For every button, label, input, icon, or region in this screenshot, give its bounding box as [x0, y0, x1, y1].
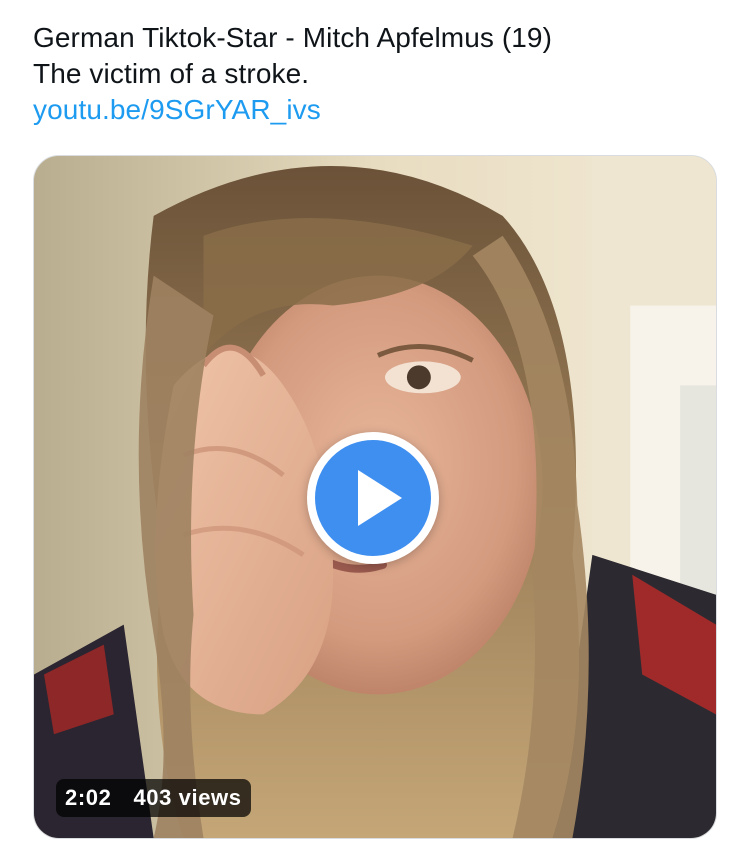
play-button-circle — [315, 440, 431, 556]
play-button[interactable] — [307, 432, 439, 564]
video-link[interactable]: youtu.be/9SGrYAR_ivs — [33, 92, 723, 128]
video-meta-badges: 2:02 403 views — [56, 779, 251, 817]
play-icon — [358, 470, 402, 526]
tweet-text-line-2: The victim of a stroke. — [33, 58, 310, 89]
tweet-text: German Tiktok-Star - Mitch Apfelmus (19)… — [33, 20, 723, 128]
video-views: 403 views — [133, 785, 242, 810]
video-duration: 2:02 — [65, 785, 112, 810]
meta-divider — [121, 779, 123, 817]
tweet-text-line-1: German Tiktok-Star - Mitch Apfelmus (19) — [33, 22, 553, 53]
video-card[interactable]: 2:02 403 views — [33, 155, 717, 839]
